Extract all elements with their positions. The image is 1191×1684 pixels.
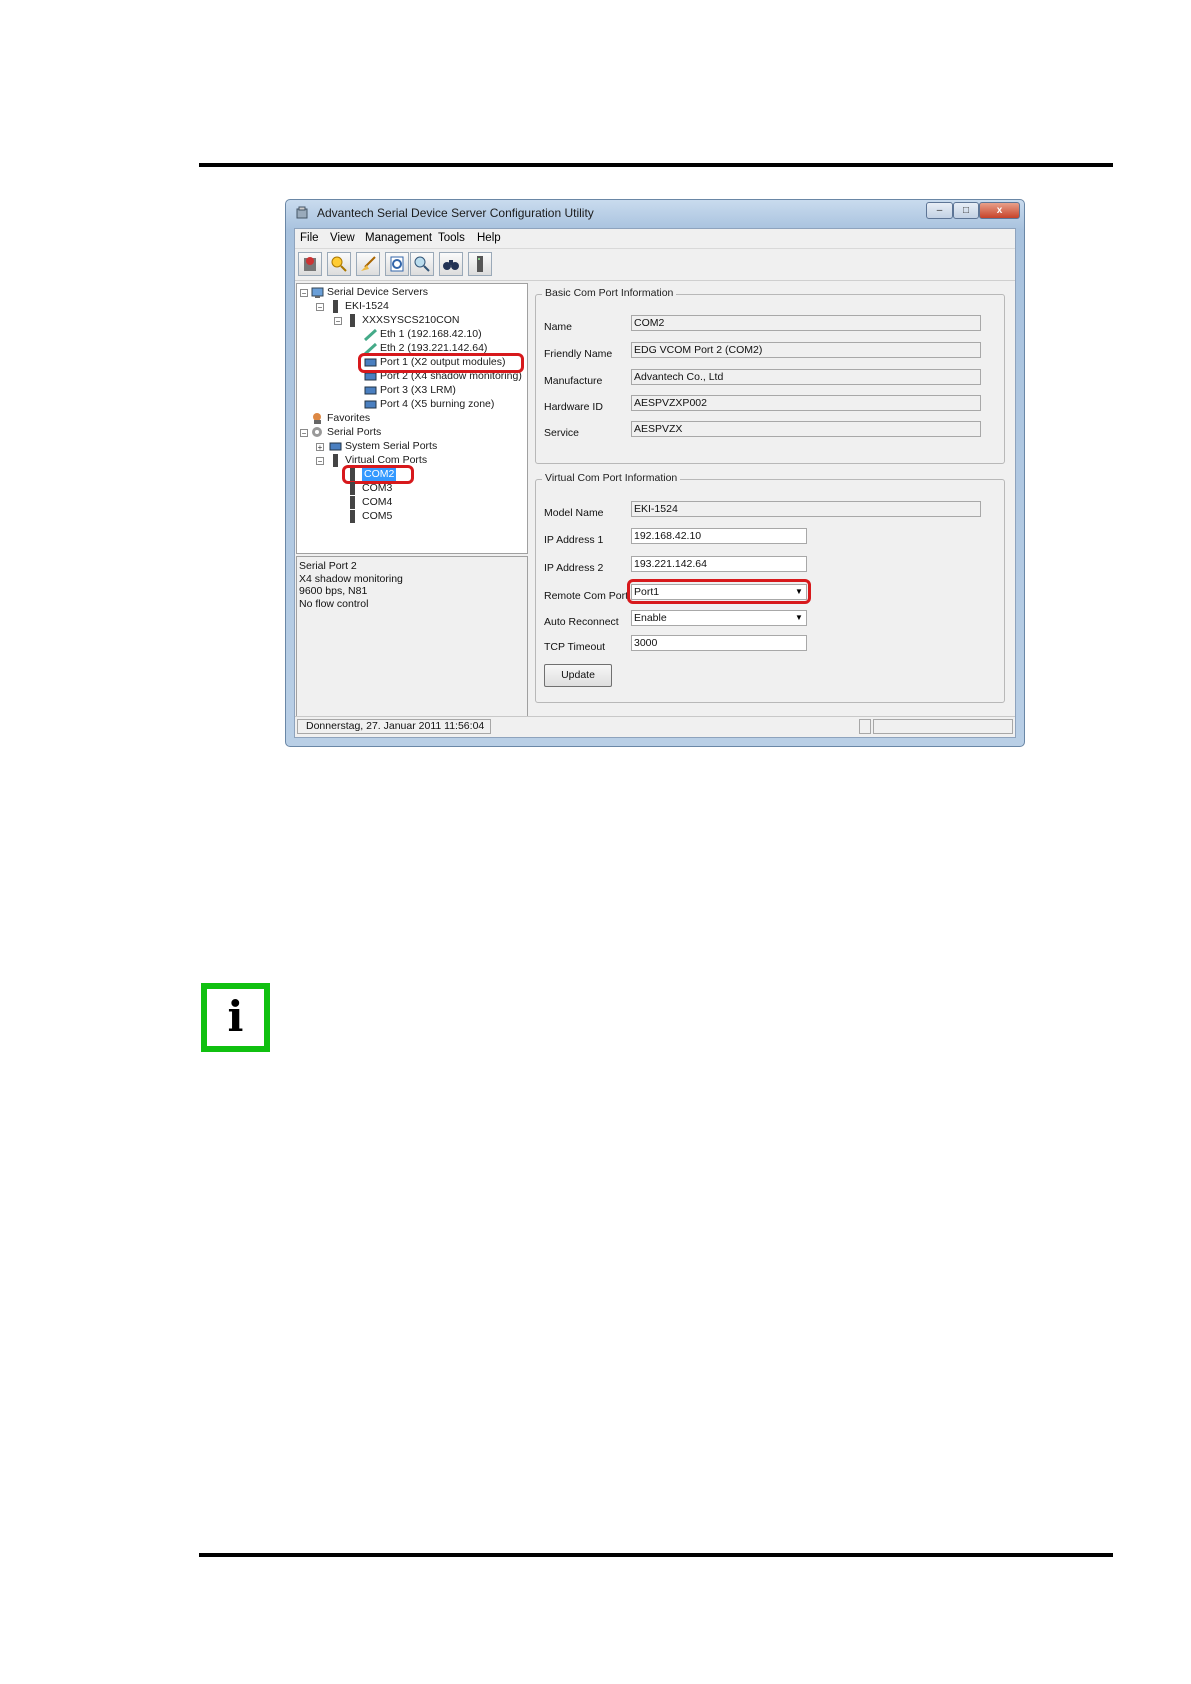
tcp-timeout-label: TCP Timeout [544, 641, 606, 653]
tree-label: System Serial Ports [345, 440, 438, 452]
collapse-icon[interactable]: − [316, 457, 324, 466]
tree-label: Port 4 (X5 burning zone) [380, 398, 495, 410]
manufacture-field[interactable]: Advantech Co., Ltd [631, 369, 981, 385]
info-line: No flow control [299, 597, 369, 610]
expand-icon[interactable]: + [316, 443, 324, 452]
app-icon [296, 206, 308, 219]
menu-bar: File View Management Tools Help [295, 229, 1015, 249]
ip-address-1-label: IP Address 1 [544, 534, 604, 546]
collapse-icon[interactable]: − [300, 289, 308, 298]
ip-address-2-label: IP Address 2 [544, 562, 604, 574]
com-port-icon [350, 482, 355, 495]
toolbar [295, 249, 1015, 281]
serial-port-icon [329, 442, 342, 451]
menu-management[interactable]: Management [365, 232, 432, 244]
collapse-icon[interactable]: − [316, 303, 324, 312]
com-port-icon [350, 510, 355, 523]
friendly-name-field[interactable]: EDG VCOM Port 2 (COM2) [631, 342, 981, 358]
info-line: Serial Port 2 [299, 560, 357, 572]
status-datetime: Donnerstag, 27. Januar 2011 11:56:04 [297, 719, 491, 734]
app-window: Advantech Serial Device Server Configura… [285, 199, 1025, 747]
remote-com-port-label: Remote Com Port [544, 590, 629, 602]
tree-label: COM5 [362, 510, 393, 522]
tree-label: Serial Ports [327, 426, 382, 438]
title-bar[interactable]: Advantech Serial Device Server Configura… [286, 200, 1024, 226]
name-field[interactable]: COM2 [631, 315, 981, 331]
info-icon: i [201, 983, 270, 1052]
basic-com-port-group: Basic Com Port Information Name COM2 Fri… [535, 287, 1005, 464]
collapse-icon[interactable]: − [334, 317, 342, 326]
favorites-icon [313, 413, 321, 424]
network-icon [311, 287, 324, 298]
status-indicator [859, 719, 871, 734]
status-panel [873, 719, 1013, 734]
hardware-id-label: Hardware ID [544, 401, 603, 413]
tree-label: XXXSYSCS210CON [362, 314, 460, 326]
highlight-remote-com-port [627, 579, 811, 604]
collapse-icon[interactable]: − [300, 429, 308, 438]
serial-port-icon [364, 400, 377, 409]
hardware-id-field[interactable]: AESPVZXP002 [631, 395, 981, 411]
device-tree: − Serial Device Servers − EKI-1524 − XXX… [296, 283, 528, 554]
tree-label: COM3 [362, 482, 393, 494]
device-server-icon [333, 454, 338, 467]
auto-reconnect-value: Enable [634, 612, 667, 624]
refresh-icon[interactable] [385, 252, 409, 276]
group-title: Basic Com Port Information [542, 287, 677, 299]
maximize-button[interactable]: □ [953, 202, 979, 219]
minimize-button[interactable]: – [926, 202, 953, 219]
info-line: X4 shadow monitoring [299, 572, 403, 585]
service-field[interactable]: AESPVZX [631, 421, 981, 437]
auto-reconnect-label: Auto Reconnect [544, 616, 619, 628]
device-icon[interactable] [468, 252, 492, 276]
tree-label: Port 3 (X3 LRM) [380, 384, 456, 396]
model-name-field[interactable]: EKI-1524 [631, 501, 981, 517]
menu-file[interactable]: File [300, 232, 319, 244]
tree-label: COM4 [362, 496, 393, 508]
model-name-label: Model Name [544, 507, 604, 519]
device-server-icon [333, 300, 338, 313]
ip-address-1-input[interactable]: 192.168.42.10 [631, 528, 807, 544]
info-line: 9600 bps, N81 [299, 585, 368, 597]
menu-view[interactable]: View [330, 232, 355, 244]
tree-label: EKI-1524 [345, 300, 389, 312]
menu-tools[interactable]: Tools [438, 232, 465, 244]
com-port-icon [350, 496, 355, 509]
update-button[interactable]: Update [544, 664, 612, 687]
manufacture-label: Manufacture [544, 375, 603, 387]
top-rule [199, 163, 1113, 167]
client-area: File View Management Tools Help − Serial… [294, 228, 1016, 738]
serial-port-icon [364, 386, 377, 395]
bottom-rule [199, 1553, 1113, 1557]
tcp-timeout-input[interactable]: 3000 [631, 635, 807, 651]
tree-label: Serial Device Servers [327, 286, 428, 298]
name-label: Name [544, 321, 573, 333]
status-bar: Donnerstag, 27. Januar 2011 11:56:04 [295, 716, 1015, 737]
service-label: Service [544, 427, 580, 439]
broom-icon[interactable] [356, 252, 380, 276]
tree-label: Eth 1 (192.168.42.10) [380, 328, 482, 340]
close-button[interactable]: x [979, 202, 1020, 219]
binoculars-icon[interactable] [439, 252, 463, 276]
group-title: Virtual Com Port Information [542, 472, 681, 484]
menu-help[interactable]: Help [477, 232, 501, 244]
window-title: Advantech Serial Device Server Configura… [317, 206, 594, 220]
virtual-com-port-group: Virtual Com Port Information Model Name … [535, 472, 1005, 703]
serial-ports-icon [312, 427, 322, 437]
magnifier-icon[interactable] [410, 252, 434, 276]
auto-reconnect-select[interactable]: Enable ▼ [631, 610, 807, 626]
port-info-box: Serial Port 2 X4 shadow monitoring 9600 … [296, 556, 528, 729]
ip-address-2-input[interactable]: 193.221.142.64 [631, 556, 807, 572]
search-icon[interactable] [327, 252, 351, 276]
chevron-down-icon[interactable]: ▼ [793, 612, 805, 624]
friendly-name-label: Friendly Name [544, 348, 613, 360]
highlight-port1 [358, 353, 524, 373]
add-server-icon[interactable] [298, 252, 322, 276]
ethernet-icon [364, 328, 377, 341]
device-server-icon [350, 314, 355, 327]
tree-label: Favorites [327, 412, 371, 424]
